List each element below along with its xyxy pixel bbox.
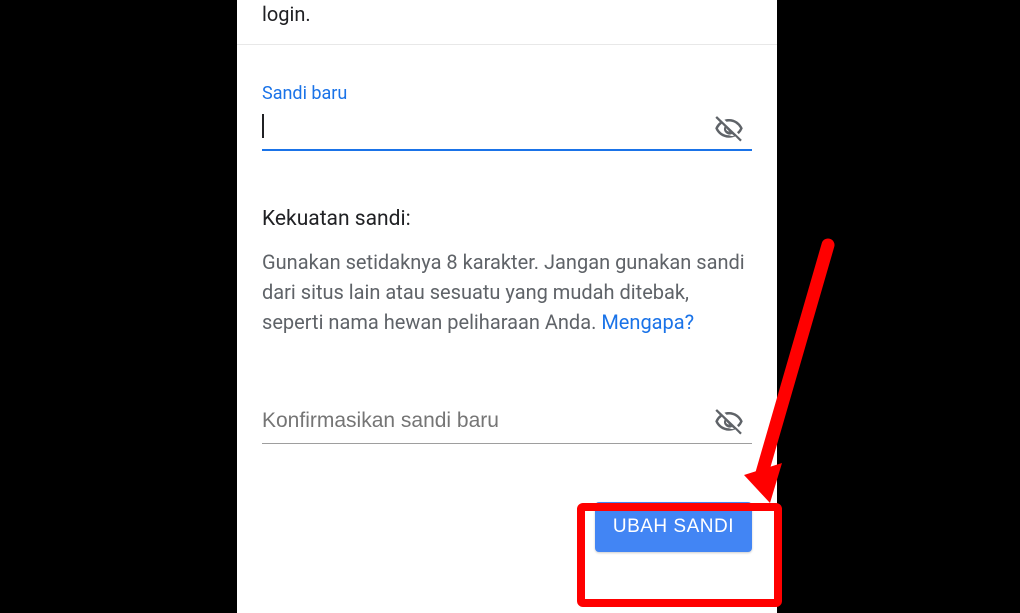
password-strength-block: Kekuatan sandi: Gunakan setidaknya 8 kar… xyxy=(262,207,752,337)
eye-off-icon xyxy=(714,114,744,144)
why-link[interactable]: Mengapa? xyxy=(601,310,694,334)
new-password-input[interactable] xyxy=(262,106,752,151)
strength-help-text: Gunakan setidaknya 8 karakter. Jangan gu… xyxy=(262,247,752,337)
new-password-label: Sandi baru xyxy=(262,83,752,104)
eye-off-icon xyxy=(714,407,744,437)
section-divider xyxy=(237,44,777,45)
submit-row: UBAH SANDI xyxy=(262,502,752,552)
text-cursor xyxy=(262,114,264,138)
toggle-visibility-new[interactable] xyxy=(710,110,748,148)
confirm-password-field-block xyxy=(262,399,752,444)
strength-title: Kekuatan sandi: xyxy=(262,207,752,231)
new-password-input-wrap xyxy=(262,106,752,151)
password-change-panel: login. Sandi baru Kekuatan sandi: Gunaka… xyxy=(237,0,777,613)
confirm-password-input-wrap xyxy=(262,399,752,444)
toggle-visibility-confirm[interactable] xyxy=(710,403,748,441)
confirm-password-input[interactable] xyxy=(262,399,752,444)
new-password-field-block: Sandi baru xyxy=(262,83,752,151)
change-password-button[interactable]: UBAH SANDI xyxy=(595,502,752,552)
intro-text-tail: login. xyxy=(262,0,752,28)
